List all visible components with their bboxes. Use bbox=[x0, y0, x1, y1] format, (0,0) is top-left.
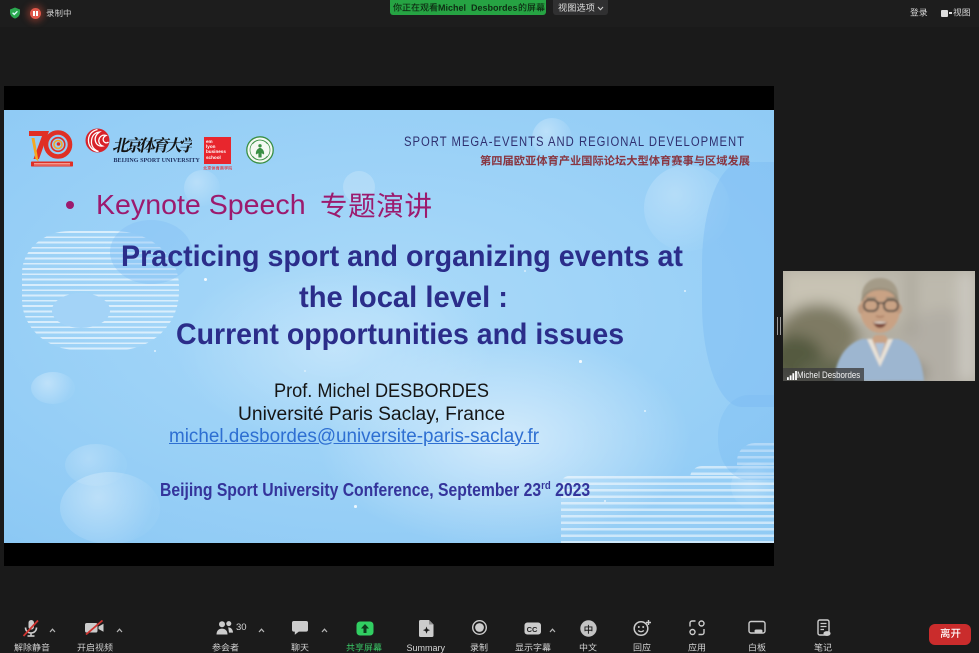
svg-text:CC: CC bbox=[526, 625, 537, 634]
